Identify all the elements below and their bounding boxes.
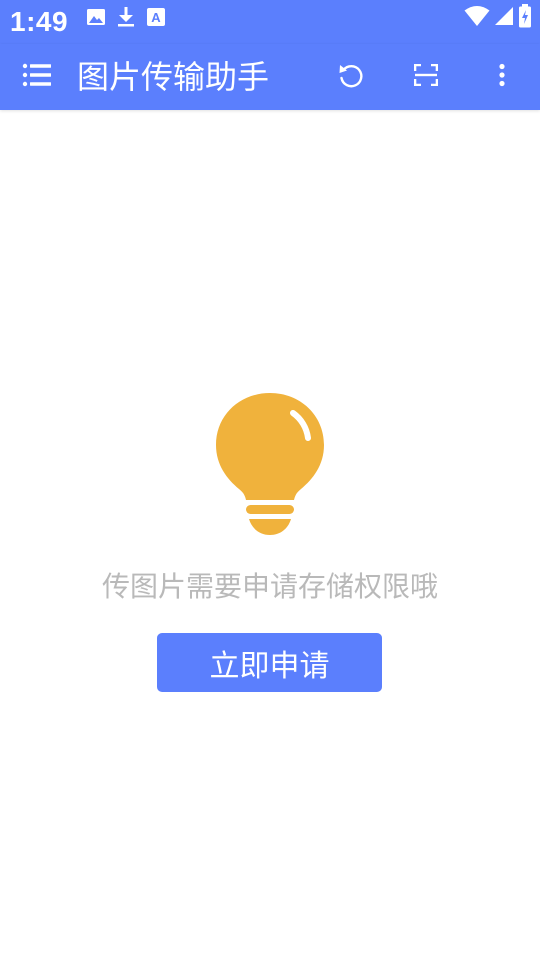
status-system-icons — [464, 4, 532, 32]
refresh-button[interactable] — [331, 57, 371, 97]
refresh-icon — [337, 61, 365, 93]
status-time: 1:49 — [10, 6, 69, 37]
scan-button[interactable] — [406, 57, 446, 97]
wifi-icon — [464, 5, 490, 31]
status-bar: 1:49 A — [0, 0, 540, 44]
battery-charging-icon — [518, 4, 532, 32]
text-a-icon: A — [146, 7, 166, 31]
status-notification-icons: A — [86, 6, 166, 32]
menu-list-icon — [22, 63, 52, 91]
menu-button[interactable] — [18, 59, 56, 95]
svg-text:A: A — [151, 10, 161, 25]
lightbulb-icon — [213, 390, 327, 540]
cell-signal-icon — [494, 6, 514, 30]
more-options-button[interactable] — [482, 57, 522, 97]
request-permission-button[interactable]: 立即申请 — [157, 633, 382, 692]
app-title: 图片传输助手 — [77, 58, 270, 96]
more-vert-icon — [498, 63, 506, 91]
permission-message: 传图片需要申请存储权限哦 — [101, 570, 438, 603]
download-icon — [116, 6, 136, 32]
screen: 1:49 A 图片传输助手 传图片需要申请存储权限哦 立即申请 — [0, 0, 540, 960]
request-permission-label: 立即申请 — [209, 648, 330, 684]
scan-frame-icon — [413, 63, 439, 90]
app-bar: 图片传输助手 — [0, 44, 540, 110]
image-icon — [86, 7, 106, 31]
permission-prompt: 传图片需要申请存储权限哦 立即申请 — [0, 110, 540, 960]
